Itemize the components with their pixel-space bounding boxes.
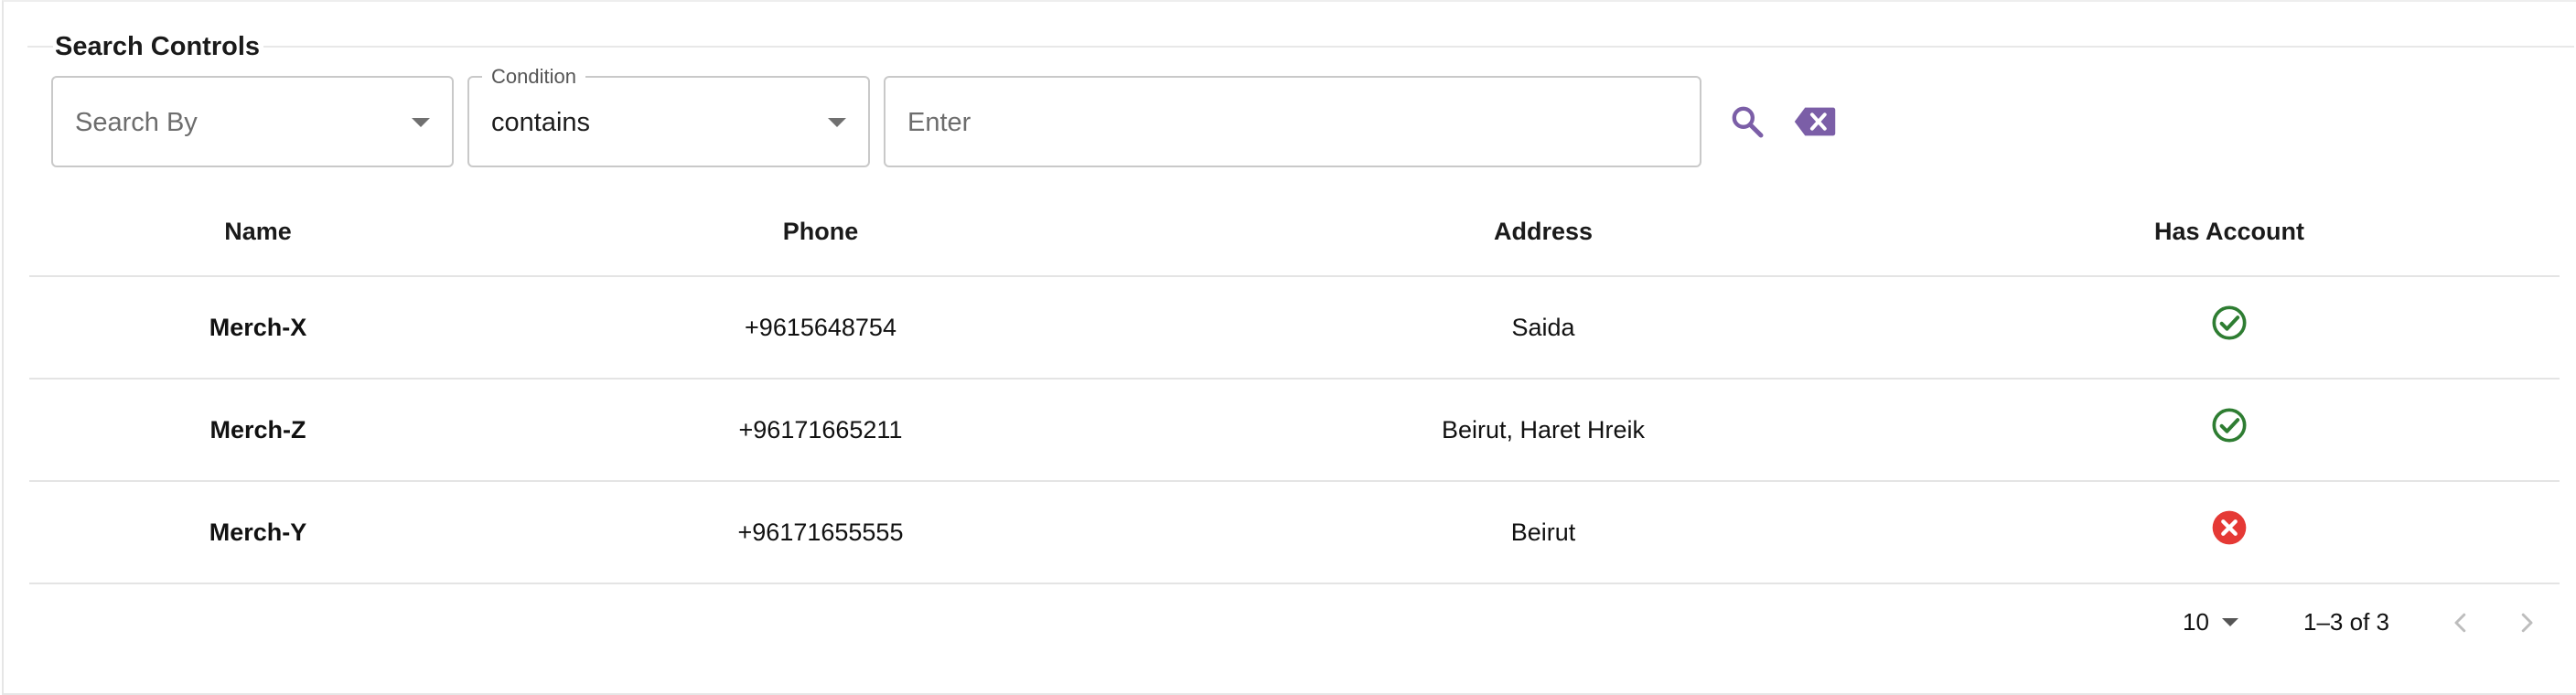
table-header-row: Name Phone Address Has Account xyxy=(29,187,2560,277)
search-by-select[interactable]: Search By xyxy=(51,76,454,167)
group-divider xyxy=(27,46,2574,48)
search-icon xyxy=(1732,106,1764,138)
cell-address: Saida xyxy=(1511,313,1575,341)
table-row[interactable]: Merch-X +9615648754 Saida xyxy=(29,277,2560,380)
previous-page-button[interactable] xyxy=(2437,599,2485,647)
cancel-circle-icon xyxy=(2212,510,2247,545)
cell-has-account xyxy=(1932,277,2527,378)
pagination-range: 1–3 of 3 xyxy=(2303,608,2389,636)
condition-select[interactable]: Condition contains xyxy=(467,66,870,167)
cell-name: Merch-Y xyxy=(209,518,307,546)
merchants-table: Name Phone Address Has Account Merch-X +… xyxy=(29,187,2560,584)
caret-down-icon xyxy=(2221,618,2238,626)
table-pagination: 10 1–3 of 3 xyxy=(29,588,2560,665)
chevron-left-icon xyxy=(2454,613,2466,633)
check-circle-icon xyxy=(2212,305,2247,340)
cell-name: Merch-Z xyxy=(209,415,306,444)
column-header-address[interactable]: Address xyxy=(1154,187,1932,275)
cell-name: Merch-X xyxy=(209,313,307,341)
search-by-placeholder: Search By xyxy=(75,108,198,137)
clear-search-button[interactable] xyxy=(1789,96,1841,147)
rows-per-page-value: 10 xyxy=(2183,608,2209,636)
chevron-right-icon xyxy=(2521,613,2533,633)
table-row[interactable]: Merch-Y +96171655555 Beirut xyxy=(29,482,2560,584)
caret-down-icon xyxy=(828,118,846,127)
caret-down-icon xyxy=(412,118,430,127)
search-query-placeholder: Enter xyxy=(907,108,971,137)
cell-address: Beirut, Haret Hreik xyxy=(1441,415,1646,444)
condition-label: Condition xyxy=(482,66,585,88)
cell-has-account xyxy=(1932,380,2527,480)
next-page-button[interactable] xyxy=(2503,599,2550,647)
group-title: Search Controls xyxy=(53,29,263,64)
check-circle-icon xyxy=(2212,408,2247,443)
backspace-clear-icon xyxy=(1794,107,1836,136)
cell-phone: +96171665211 xyxy=(738,415,903,444)
search-query-input[interactable]: Enter xyxy=(884,76,1701,167)
search-button[interactable] xyxy=(1722,96,1773,147)
cell-phone: +9615648754 xyxy=(745,313,896,341)
cell-address: Beirut xyxy=(1510,518,1576,546)
rows-per-page-select[interactable]: 10 xyxy=(2183,608,2238,636)
column-header-name[interactable]: Name xyxy=(29,187,487,275)
condition-value: contains xyxy=(491,108,591,137)
column-header-has-account[interactable]: Has Account xyxy=(1932,187,2527,275)
column-header-phone[interactable]: Phone xyxy=(487,187,1154,275)
cell-has-account xyxy=(1932,482,2527,583)
table-row[interactable]: Merch-Z +96171665211 Beirut, Haret Hreik xyxy=(29,380,2560,482)
cell-phone: +96171655555 xyxy=(737,518,904,546)
